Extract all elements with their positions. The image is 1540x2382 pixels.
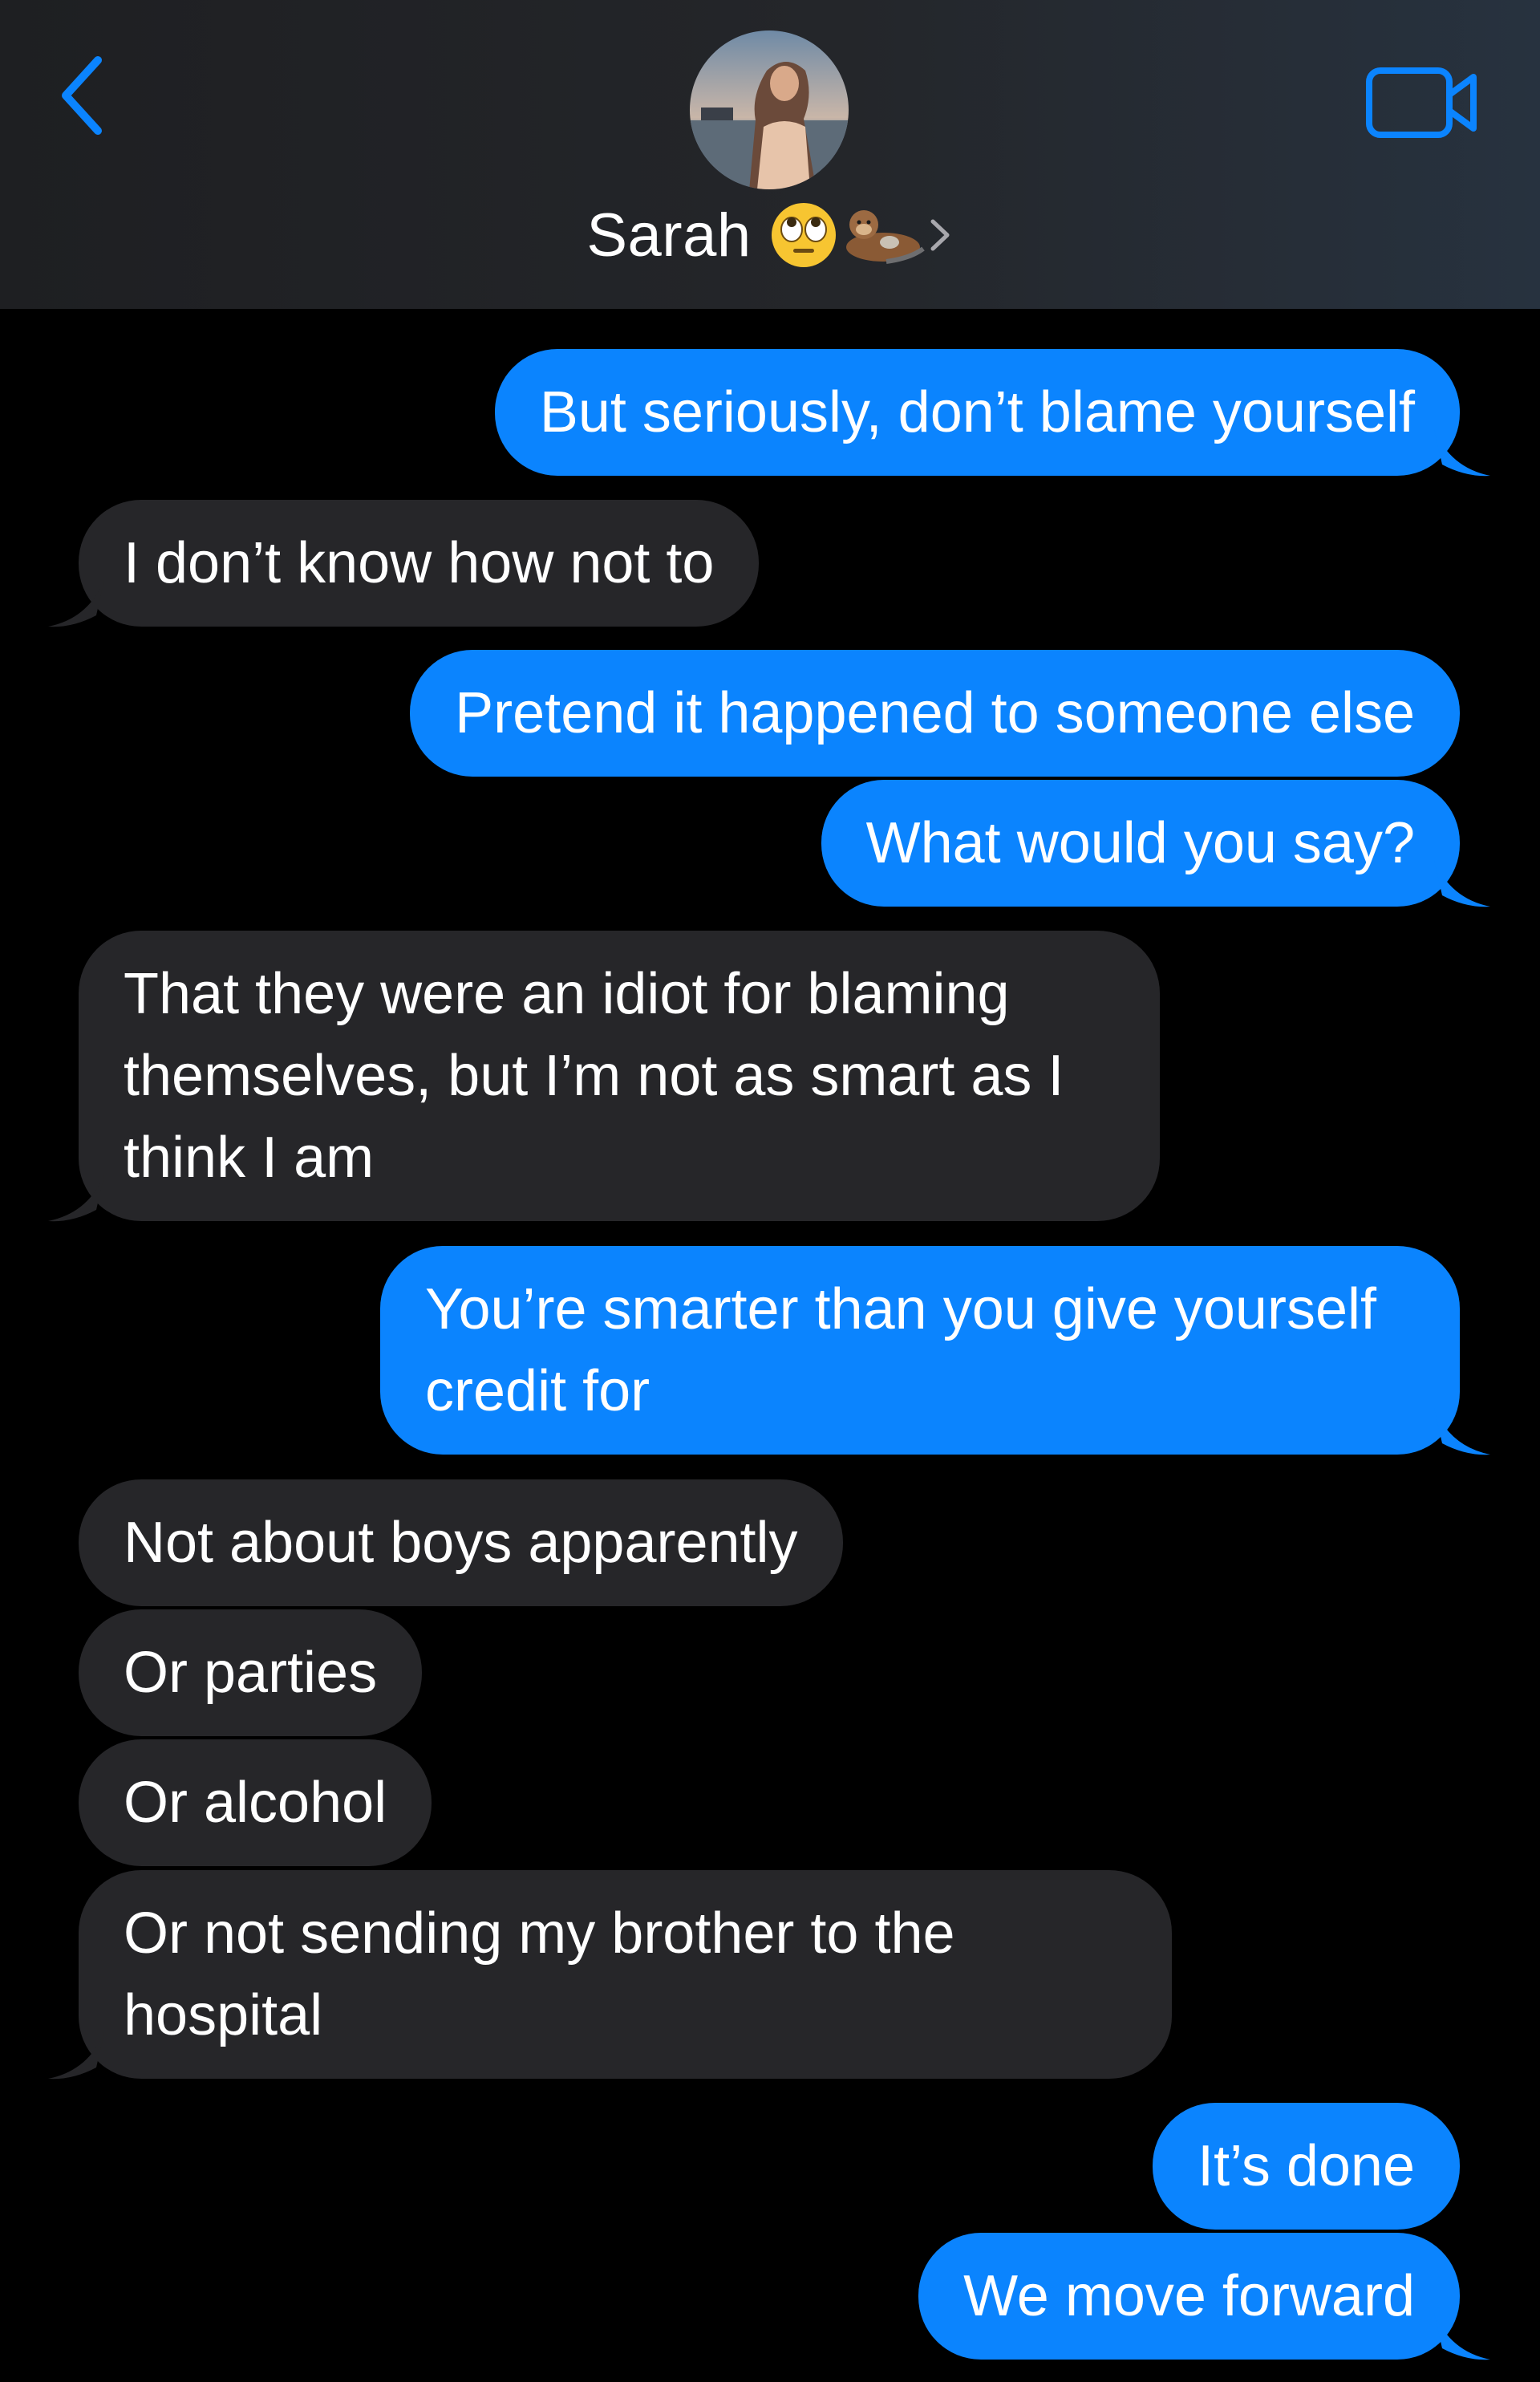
message-received[interactable]: I don’t know how not to <box>48 500 760 627</box>
message-sent[interactable]: What would you say? <box>821 780 1490 907</box>
bubble-tail <box>48 1175 104 1222</box>
face-with-rolling-eyes-icon <box>769 201 838 270</box>
otter-icon <box>838 201 926 270</box>
message-received[interactable]: That they were an idiot for blaming them… <box>48 931 1161 1222</box>
bubble-tail <box>1434 860 1490 907</box>
bubble-tail <box>48 580 104 627</box>
back-button[interactable] <box>50 51 114 140</box>
message-text: You’re smarter than you give yourself <box>425 1277 1376 1341</box>
message-text: Pretend it happened to someone else <box>455 681 1415 745</box>
message-text: But seriously, don’t blame yourself <box>539 380 1415 444</box>
message-sent[interactable]: You’re smarter than you give yourself cr… <box>380 1246 1490 1455</box>
video-call-button[interactable] <box>1362 63 1482 143</box>
contact-avatar[interactable] <box>690 30 849 189</box>
message-sent[interactable]: But seriously, don’t blame yourself <box>494 349 1490 477</box>
bubble-tail <box>1434 1408 1490 1455</box>
chevron-right-icon <box>926 215 954 255</box>
message-received[interactable]: Or alcohol <box>79 1739 432 1866</box>
message-text: Or parties <box>124 1641 378 1705</box>
message-sent[interactable]: Pretend it happened to someone else <box>410 650 1460 777</box>
bubble-tail <box>1434 2313 1490 2360</box>
chevron-left-icon <box>62 56 102 135</box>
contact-name-row[interactable]: Sarah <box>0 191 1540 279</box>
message-text: That they were an idiot for blaming <box>124 962 1010 1026</box>
message-received[interactable]: Or not sending my brother to the hospita… <box>48 1870 1172 2080</box>
message-received[interactable]: Or parties <box>79 1609 423 1736</box>
message-text: What would you say? <box>865 811 1415 875</box>
message-text: think I am <box>124 1126 375 1190</box>
message-text: We move forward <box>963 2264 1415 2328</box>
contact-name: Sarah <box>586 201 752 270</box>
message-text: Or alcohol <box>124 1771 387 1835</box>
message-sent[interactable]: It’s done <box>1153 2103 1460 2230</box>
avatar-photo <box>690 30 849 189</box>
message-received[interactable]: Not about boys apparently <box>79 1479 843 1606</box>
conversation-header: Sarah <box>0 0 1540 309</box>
message-text: hospital <box>124 1983 323 2047</box>
bubble-tail <box>1434 429 1490 477</box>
message-text: themselves, but I’m not as smart as I <box>124 1044 1064 1108</box>
message-list[interactable]: But seriously, don’t blame yourself I do… <box>0 309 1540 2382</box>
message-sent[interactable]: We move forward <box>918 2233 1490 2360</box>
message-text: credit for <box>425 1359 650 1423</box>
message-text: It’s done <box>1198 2134 1415 2198</box>
video-camera-icon <box>1366 67 1477 138</box>
message-text: Or not sending my brother to the <box>124 1901 955 1966</box>
message-text: I don’t know how not to <box>124 531 715 595</box>
bubble-tail <box>48 2032 104 2080</box>
message-text: Not about boys apparently <box>124 1511 798 1575</box>
